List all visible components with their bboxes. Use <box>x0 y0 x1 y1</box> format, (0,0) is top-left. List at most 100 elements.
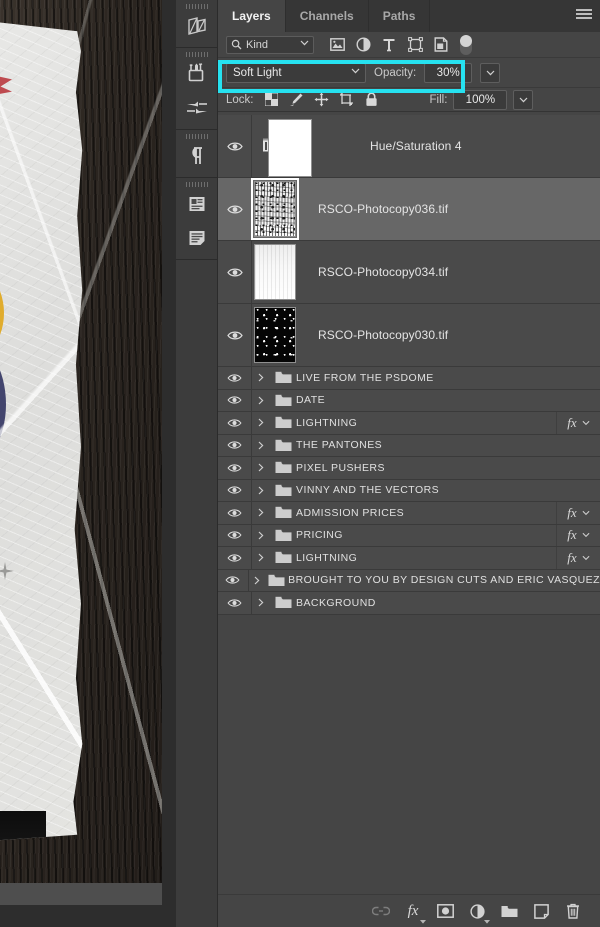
layer-visibility-toggle[interactable] <box>218 502 252 524</box>
table-row[interactable]: RSCO-Photocopy030.tif <box>218 304 600 367</box>
lock-position-icon[interactable] <box>314 92 330 108</box>
rail-grip-icon[interactable] <box>176 0 217 9</box>
new-group-button[interactable] <box>500 902 518 920</box>
fx-icon[interactable]: fx <box>567 527 576 543</box>
filter-adjustment-icon[interactable] <box>350 34 376 56</box>
layer-thumbnail[interactable] <box>254 307 296 363</box>
tab-layers[interactable]: Layers <box>218 0 286 32</box>
layer-name[interactable]: DATE <box>296 394 325 406</box>
layer-name[interactable]: LIGHTNING <box>296 417 357 429</box>
layer-thumbnail[interactable] <box>254 244 296 300</box>
collapsed-panel-rail[interactable] <box>176 0 218 927</box>
layer-name[interactable]: PIXEL PUSHERS <box>296 462 385 474</box>
layer-name[interactable]: PRICING <box>296 529 343 541</box>
lock-artboard-nesting-icon[interactable] <box>339 92 355 108</box>
table-row[interactable]: PRICING fx <box>218 524 600 547</box>
layer-effects-indicator[interactable]: fx <box>556 547 600 569</box>
filter-enable-toggle[interactable] <box>460 34 472 55</box>
brush-settings-icon[interactable] <box>176 91 218 125</box>
group-expand-arrow-icon[interactable] <box>252 373 270 382</box>
group-expand-arrow-icon[interactable] <box>252 441 270 450</box>
layer-effects-indicator[interactable]: fx <box>556 524 600 546</box>
document-canvas-area[interactable] <box>0 0 176 927</box>
layer-thumbnail-cell[interactable] <box>251 178 318 240</box>
document-window[interactable] <box>0 0 162 905</box>
layer-visibility-toggle[interactable] <box>218 592 252 614</box>
lock-buttons[interactable] <box>264 92 380 108</box>
layer-name[interactable]: VINNY AND THE VECTORS <box>296 484 439 496</box>
table-row[interactable]: DATE <box>218 389 600 412</box>
tab-channels[interactable]: Channels <box>286 0 369 32</box>
layer-filter-row[interactable]: Kind <box>218 32 600 58</box>
table-row[interactable]: LIGHTNING fx <box>218 547 600 570</box>
opacity-stepper[interactable] <box>480 62 501 83</box>
layer-visibility-toggle[interactable] <box>218 367 252 389</box>
layer-name[interactable]: LIGHTNING <box>296 552 357 564</box>
group-expand-arrow-icon[interactable] <box>252 396 270 405</box>
table-row[interactable]: BROUGHT TO YOU BY DESIGN CUTS AND ERIC V… <box>218 569 600 592</box>
group-expand-arrow-icon[interactable] <box>252 553 270 562</box>
lock-image-pixels-icon[interactable] <box>289 92 305 108</box>
lock-all-icon[interactable] <box>364 92 380 108</box>
new-adjustment-layer-button[interactable] <box>468 902 490 924</box>
layer-thumbnail-cell[interactable] <box>252 244 318 300</box>
filter-shape-icon[interactable] <box>402 34 428 56</box>
layer-visibility-toggle[interactable] <box>218 434 252 456</box>
layer-name[interactable]: LIVE FROM THE PSDOME <box>296 372 434 384</box>
group-expand-arrow-icon[interactable] <box>252 508 270 517</box>
rail-grip-icon[interactable] <box>176 48 217 57</box>
lock-fill-row[interactable]: Lock: Fill: 100% <box>218 88 600 112</box>
layers-panel-footer[interactable]: fx <box>218 894 600 927</box>
layer-name[interactable]: BACKGROUND <box>296 597 376 609</box>
layer-thumbnail[interactable] <box>251 178 299 240</box>
layer-list[interactable]: Hue/Saturation 4 RSCO-Photocopy036.tif R… <box>218 115 600 894</box>
layer-name[interactable]: ADMISSION PRICES <box>296 507 404 519</box>
paragraph-icon[interactable] <box>176 139 218 173</box>
tab-paths[interactable]: Paths <box>369 0 431 32</box>
link-layers-button[interactable] <box>372 902 390 920</box>
fx-icon[interactable]: fx <box>567 505 576 521</box>
layer-thumbnail-cell[interactable] <box>252 307 318 363</box>
fx-icon[interactable]: fx <box>567 415 576 431</box>
layer-name[interactable]: THE PANTONES <box>296 439 382 451</box>
fx-icon[interactable]: fx <box>567 550 576 566</box>
character-styles-icon[interactable] <box>176 187 218 221</box>
table-row[interactable]: RSCO-Photocopy036.tif <box>218 178 600 241</box>
layers-panel[interactable]: Layers Channels Paths Kind Soft Light Op… <box>218 0 600 927</box>
add-layer-mask-button[interactable] <box>436 902 454 920</box>
filter-type-icons[interactable] <box>324 34 454 56</box>
layer-name[interactable]: Hue/Saturation 4 <box>370 139 462 153</box>
fill-input[interactable]: 100% <box>453 89 508 110</box>
hamburger-menu-icon[interactable] <box>576 9 592 21</box>
table-row[interactable]: BACKGROUND <box>218 592 600 615</box>
layer-visibility-toggle[interactable] <box>218 457 252 479</box>
delete-layer-button[interactable] <box>564 902 582 920</box>
table-row[interactable]: ADMISSION PRICES fx <box>218 502 600 525</box>
layer-name[interactable]: RSCO-Photocopy034.tif <box>318 265 448 279</box>
group-expand-arrow-icon[interactable] <box>252 418 270 427</box>
layer-effects-indicator[interactable]: fx <box>556 412 600 434</box>
filter-smart-object-icon[interactable] <box>428 34 454 56</box>
filter-pixel-icon[interactable] <box>324 34 350 56</box>
layer-name[interactable]: RSCO-Photocopy030.tif <box>318 328 448 342</box>
blend-opacity-row[interactable]: Soft Light Opacity: 30% <box>218 58 600 88</box>
table-row[interactable]: LIGHTNING fx <box>218 412 600 435</box>
rail-grip-icon[interactable] <box>176 130 217 139</box>
layer-visibility-toggle[interactable] <box>218 389 252 411</box>
layer-visibility-toggle[interactable] <box>218 115 252 177</box>
fill-stepper[interactable] <box>513 89 534 110</box>
layer-visibility-toggle[interactable] <box>218 524 252 546</box>
lock-transparent-pixels-icon[interactable] <box>264 92 280 108</box>
group-expand-arrow-icon[interactable] <box>252 531 270 540</box>
layer-effects-indicator[interactable]: fx <box>556 502 600 524</box>
blend-mode-select[interactable]: Soft Light <box>226 62 366 83</box>
filter-type-icon[interactable] <box>376 34 402 56</box>
table-row[interactable]: RSCO-Photocopy034.tif <box>218 241 600 304</box>
paragraph-styles-icon[interactable] <box>176 221 218 255</box>
layer-visibility-toggle[interactable] <box>218 547 252 569</box>
opacity-input[interactable]: 30% <box>424 62 473 83</box>
table-row[interactable]: LIVE FROM THE PSDOME <box>218 367 600 390</box>
rail-grip-icon[interactable] <box>176 178 217 187</box>
layer-visibility-toggle[interactable] <box>218 241 252 303</box>
layer-visibility-toggle[interactable] <box>218 178 252 240</box>
